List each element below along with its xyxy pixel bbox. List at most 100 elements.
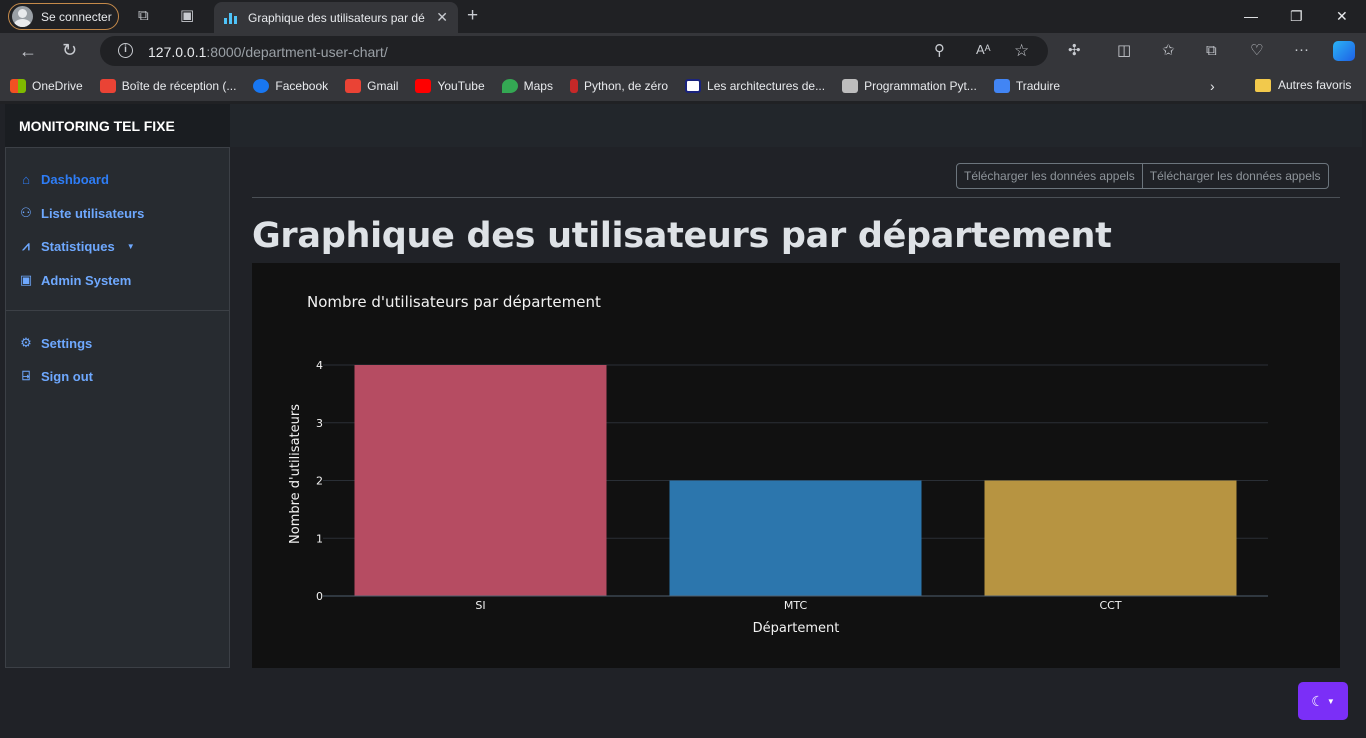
performance-icon[interactable]: ♡ xyxy=(1250,43,1263,58)
folder-icon xyxy=(1255,78,1271,92)
x-tick-label: SI xyxy=(475,599,485,612)
sidebar-item-label: Liste utilisateurs xyxy=(41,205,145,221)
profile-label: Se connecter xyxy=(41,9,112,24)
programmation-icon xyxy=(842,79,859,93)
download-calls-button[interactable]: Télécharger les données appels xyxy=(1141,164,1328,188)
copilot-icon[interactable] xyxy=(1333,41,1355,61)
page-title: Graphique des utilisateurs par départeme… xyxy=(252,216,1112,256)
sidebar-item-label: Sign out xyxy=(41,368,93,384)
y-tick-label: 0 xyxy=(316,590,323,603)
sidebar: ⌂ Dashboard ⚇ Liste utilisateurs ⩘ Stati… xyxy=(5,147,230,668)
url-text[interactable]: 127.0.0.1:8000/department-user-chart/ xyxy=(148,44,388,60)
caret-down-icon: ▼ xyxy=(126,241,135,251)
bar-cct[interactable] xyxy=(984,480,1237,597)
page: MONITORING TEL FIXE ⌂ Dashboard ⚇ Liste … xyxy=(0,104,1366,738)
chart-line-icon: ⩘ xyxy=(22,238,30,253)
reload-icon[interactable]: ↻ xyxy=(62,41,77,59)
sidebar-item-label: Admin System xyxy=(41,272,132,288)
y-tick-label: 2 xyxy=(316,475,323,488)
brand-title[interactable]: MONITORING TEL FIXE xyxy=(5,104,230,147)
sidebar-item-signout[interactable]: ⍈ Sign out xyxy=(19,368,93,384)
y-tick-label: 3 xyxy=(316,417,323,430)
site-info-icon[interactable]: i xyxy=(118,43,133,58)
chevron-right-icon[interactable]: › xyxy=(1210,78,1215,94)
favorite-star-icon[interactable]: ☆ xyxy=(1014,42,1029,59)
bookmark-programmation[interactable]: Programmation Pyt... xyxy=(842,79,977,93)
active-tab[interactable]: Graphique des utilisateurs par dé ✕ xyxy=(214,2,458,33)
python-course-icon xyxy=(569,79,578,93)
door-icon: ⍈ xyxy=(22,368,30,383)
window-close-icon[interactable]: ✕ xyxy=(1336,8,1348,25)
workspaces-icon[interactable]: ⧉ xyxy=(138,8,149,23)
tab-title: Graphique des utilisateurs par dé xyxy=(248,10,425,25)
profile-button[interactable]: Se connecter xyxy=(8,3,119,30)
sidebar-item-dashboard[interactable]: ⌂ Dashboard xyxy=(19,172,109,187)
download-calls-button[interactable]: Télécharger les données appels xyxy=(957,164,1142,188)
bookmark-gmail[interactable]: Gmail xyxy=(345,79,398,93)
sidebar-item-admin[interactable]: ▣ Admin System xyxy=(19,272,131,288)
zoom-icon[interactable]: ⚲ xyxy=(934,43,945,58)
bookmark-onedrive[interactable]: OneDrive xyxy=(10,79,83,93)
facebook-icon xyxy=(253,79,270,93)
x-tick-label: CCT xyxy=(1099,599,1121,612)
read-aloud-icon[interactable]: Aᴬ xyxy=(976,43,991,56)
tab-actions-icon[interactable]: ▣ xyxy=(180,8,194,23)
gmail-icon xyxy=(345,79,362,93)
translate-icon xyxy=(993,79,1010,93)
gear-icon: ⚙ xyxy=(20,335,32,350)
y-tick-label: 1 xyxy=(316,532,323,545)
maps-pin-icon xyxy=(501,79,518,93)
sidebar-item-statistics[interactable]: ⩘ Statistiques ▼ xyxy=(19,238,135,254)
favorites-icon[interactable]: ✩ xyxy=(1162,43,1175,58)
bookmark-maps[interactable]: Maps xyxy=(501,79,553,93)
x-axis-ticks: SI MTC CCT xyxy=(475,599,1121,612)
more-menu-icon[interactable]: ··· xyxy=(1294,42,1309,57)
bookmark-inbox[interactable]: Boîte de réception (... xyxy=(99,79,236,93)
address-bar-row: ← ↻ i 127.0.0.1:8000/department-user-cha… xyxy=(0,33,1366,71)
download-button-group: Télécharger les données appels Télécharg… xyxy=(956,163,1329,189)
bookmark-python[interactable]: Python, de zéro xyxy=(569,79,668,93)
collections-icon[interactable]: ⧉ xyxy=(1206,43,1217,58)
sidebar-item-label: Statistiques xyxy=(41,238,115,254)
bookmarks-bar: OneDrive Boîte de réception (... Faceboo… xyxy=(0,71,1366,101)
chart-title: Nombre d'utilisateurs par département xyxy=(307,293,601,311)
bar-si[interactable] xyxy=(354,365,607,596)
avatar xyxy=(12,6,33,27)
y-tick-label: 4 xyxy=(316,359,323,372)
bookmark-facebook[interactable]: Facebook xyxy=(253,79,328,93)
tab-close-icon[interactable]: ✕ xyxy=(436,9,448,26)
youtube-icon xyxy=(415,79,432,93)
top-navbar xyxy=(230,104,1362,147)
onedrive-icon xyxy=(10,79,26,93)
sidebar-item-label: Dashboard xyxy=(41,172,109,187)
y-axis-label: Nombre d'utilisateurs xyxy=(288,404,303,544)
other-bookmarks[interactable]: Autres favoris xyxy=(1255,78,1351,92)
sidebar-item-users[interactable]: ⚇ Liste utilisateurs xyxy=(19,205,144,221)
home-icon: ⌂ xyxy=(22,172,30,187)
new-tab-icon[interactable]: + xyxy=(467,6,478,25)
minimize-icon[interactable]: — xyxy=(1244,8,1258,24)
browser-tab-strip: Se connecter ⧉ ▣ Graphique des utilisate… xyxy=(0,0,1366,33)
back-icon[interactable]: ← xyxy=(19,42,37,60)
sidebar-item-settings[interactable]: ⚙ Settings xyxy=(19,335,92,351)
gmail-icon xyxy=(99,79,116,93)
bar-chart: Nombre d'utilisateurs par département 0 1… xyxy=(288,293,1268,636)
restore-icon[interactable]: ❐ xyxy=(1290,8,1303,25)
architectures-icon xyxy=(685,79,702,93)
bar-mtc[interactable] xyxy=(669,480,922,597)
chart-bars xyxy=(354,365,1237,597)
sidebar-divider xyxy=(6,310,229,311)
moon-icon: ☾ xyxy=(1311,692,1324,709)
divider xyxy=(252,197,1340,198)
extensions-icon[interactable]: ✣ xyxy=(1068,43,1081,58)
bookmark-architectures[interactable]: Les architectures de... xyxy=(685,79,825,93)
address-bar[interactable]: i 127.0.0.1:8000/department-user-chart/ … xyxy=(100,36,1048,66)
x-axis-label: Département xyxy=(753,621,840,636)
split-screen-icon[interactable]: ◫ xyxy=(1117,43,1131,58)
bookmark-translate[interactable]: Traduire xyxy=(993,79,1060,93)
y-axis-ticks: 0 1 2 3 4 xyxy=(316,359,323,603)
theme-toggle-button[interactable]: ☾ ▼ xyxy=(1298,682,1348,720)
sidebar-item-label: Settings xyxy=(41,335,93,351)
bookmark-youtube[interactable]: YouTube xyxy=(415,79,485,93)
users-icon: ⚇ xyxy=(20,205,32,220)
